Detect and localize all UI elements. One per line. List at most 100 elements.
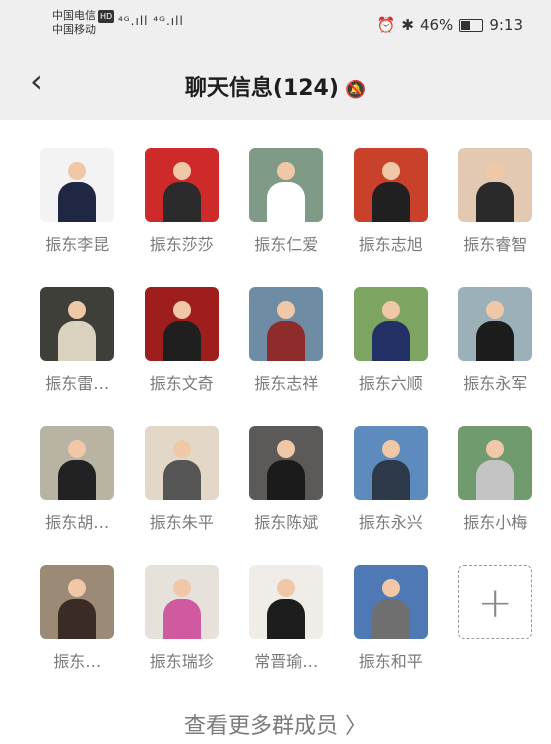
member-item[interactable]: 振东仁爱 [234, 148, 339, 255]
member-avatar[interactable] [353, 426, 428, 500]
member-avatar[interactable] [458, 287, 533, 361]
member-item[interactable]: 常晋瑜… [234, 565, 339, 672]
page-title: 聊天信息(124) 🔕 [0, 70, 551, 102]
avatar-head [172, 162, 191, 180]
member-item[interactable]: 振东小梅 [443, 426, 548, 533]
member-item[interactable]: 振东永兴 [339, 426, 444, 533]
add-member-item[interactable]: + [443, 565, 548, 672]
avatar-head [486, 440, 505, 458]
avatar-head [68, 162, 87, 180]
avatar-body [476, 321, 515, 361]
member-item[interactable]: 振东… [25, 565, 130, 672]
avatar-body [58, 182, 97, 222]
avatar-body [58, 321, 97, 361]
member-item[interactable]: 振东和平 [339, 565, 444, 672]
member-avatar[interactable] [249, 287, 324, 361]
member-avatar[interactable] [144, 287, 219, 361]
member-avatar[interactable] [40, 287, 115, 361]
avatar-head [172, 579, 191, 597]
member-avatar[interactable] [353, 148, 428, 222]
member-avatar[interactable] [458, 426, 533, 500]
avatar-body [162, 460, 201, 500]
view-more-members-link[interactable]: 查看更多群成员 〉 [0, 708, 551, 740]
member-item[interactable]: 振东莎莎 [130, 148, 235, 255]
member-name: 振东志祥 [254, 374, 319, 393]
avatar-head [381, 301, 400, 319]
member-item[interactable]: 振东文奇 [130, 287, 235, 394]
avatar-body [371, 460, 410, 500]
member-avatar[interactable] [249, 148, 324, 222]
member-avatar[interactable] [144, 565, 219, 639]
member-name: 振东胡… [45, 513, 110, 532]
avatar-body [162, 321, 201, 361]
carrier-1: 中国电信 [52, 9, 96, 22]
member-grid: 振东李昆 振东莎莎 振东仁爱 振东志旭 振东睿智振东雷… 振东文奇 振东志祥 振东六顺 振东永军… [25, 148, 550, 672]
member-name: 振东永兴 [358, 513, 423, 532]
member-item[interactable]: 振东雷… [25, 287, 130, 394]
avatar-head [277, 579, 296, 597]
member-name: 常晋瑜… [254, 652, 319, 671]
navigation-bar: ‹ 聊天信息(124) 🔕 [0, 44, 551, 120]
avatar-body [162, 599, 201, 639]
mute-icon: 🔕 [344, 80, 367, 100]
member-name: 振东小梅 [463, 513, 528, 532]
member-item[interactable]: 振东志祥 [234, 287, 339, 394]
status-right: ⏰ ✱ 46% 9:13 [377, 16, 523, 34]
member-name: 振东六顺 [358, 374, 423, 393]
hd-badge: HD [98, 9, 115, 23]
avatar-body [476, 460, 515, 500]
avatar-body [58, 599, 97, 639]
avatar-head [68, 579, 87, 597]
status-bar: 中国电信 HD 中国移动 ⁴ᴳ.ıll ⁴ᴳ.ıll ⏰ ✱ 46% 9:13 [0, 0, 551, 44]
member-avatar[interactable] [353, 287, 428, 361]
member-item[interactable]: 振东永军 [443, 287, 548, 394]
bluetooth-icon: ✱ [401, 16, 414, 34]
member-item[interactable]: 振东志旭 [339, 148, 444, 255]
member-item[interactable]: 振东瑞珍 [130, 565, 235, 672]
avatar-body [58, 460, 97, 500]
member-avatar[interactable] [40, 426, 115, 500]
member-item[interactable]: 振东胡… [25, 426, 130, 533]
member-name: 振东朱平 [149, 513, 214, 532]
member-name: 振东志旭 [358, 235, 423, 254]
member-avatar[interactable] [249, 426, 324, 500]
avatar-head [381, 579, 400, 597]
member-avatar[interactable] [353, 565, 428, 639]
avatar-head [486, 301, 505, 319]
member-name: 振东和平 [358, 652, 423, 671]
avatar-body [267, 460, 306, 500]
avatar-head [68, 440, 87, 458]
member-avatar[interactable] [144, 426, 219, 500]
member-name: 振东雷… [45, 374, 110, 393]
member-name: 振东睿智 [463, 235, 528, 254]
avatar-body [267, 182, 306, 222]
member-item[interactable]: 振东朱平 [130, 426, 235, 533]
member-name: 振东莎莎 [149, 235, 214, 254]
member-name: 振东永军 [463, 374, 528, 393]
member-name: 振东… [53, 652, 102, 671]
member-name: 振东仁爱 [254, 235, 319, 254]
member-avatar[interactable] [40, 565, 115, 639]
member-name: 振东文奇 [149, 374, 214, 393]
avatar-head [172, 301, 191, 319]
avatar-body [371, 182, 410, 222]
avatar-body [267, 321, 306, 361]
member-name: 振东瑞珍 [149, 652, 214, 671]
carrier-2: 中国移动 [52, 22, 96, 36]
member-avatar[interactable] [40, 148, 115, 222]
avatar-body [371, 321, 410, 361]
member-avatar[interactable] [144, 148, 219, 222]
avatar-head [277, 440, 296, 458]
member-item[interactable]: 振东睿智 [443, 148, 548, 255]
avatar-head [381, 162, 400, 180]
signal-icon: ⁴ᴳ.ıll ⁴ᴳ.ıll [118, 14, 184, 28]
add-member-button[interactable]: + [458, 565, 533, 639]
avatar-body [162, 182, 201, 222]
member-item[interactable]: 振东陈斌 [234, 426, 339, 533]
member-avatar[interactable] [458, 148, 533, 222]
battery-icon [459, 18, 484, 32]
avatar-head [277, 162, 296, 180]
member-avatar[interactable] [249, 565, 324, 639]
member-item[interactable]: 振东六顺 [339, 287, 444, 394]
member-item[interactable]: 振东李昆 [25, 148, 130, 255]
